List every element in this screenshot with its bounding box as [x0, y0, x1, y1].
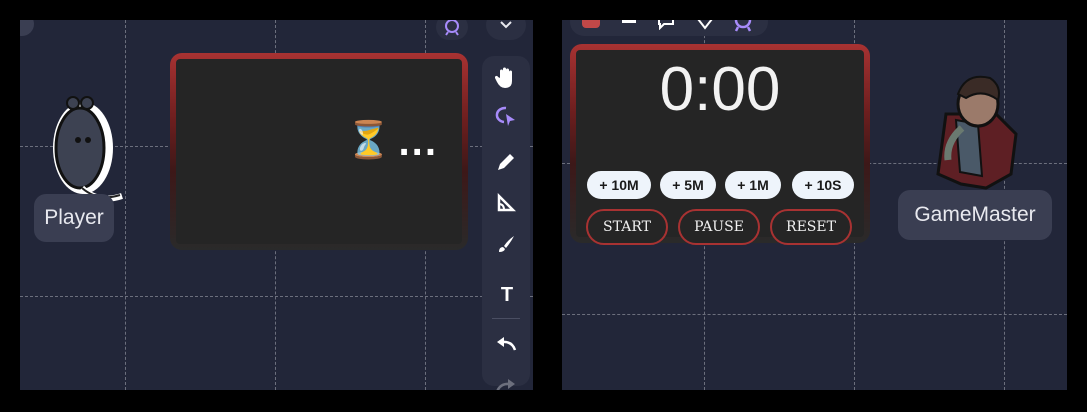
player-token[interactable] [38, 78, 128, 206]
toolbar-collapse-button[interactable] [486, 20, 526, 40]
hand-icon [495, 67, 512, 88]
increment-button[interactable]: + 10M [587, 171, 651, 199]
loading-ellipsis: ... [398, 125, 438, 163]
dice-icon[interactable] [696, 20, 714, 30]
select-tool-button[interactable] [490, 100, 522, 132]
redo-icon [496, 379, 515, 390]
text-icon: T [500, 283, 514, 306]
pen-icon [498, 154, 514, 170]
text-tool-button[interactable]: T [490, 278, 524, 312]
pending-timer-card[interactable]: ⏳ ... [170, 53, 468, 250]
shield-icon[interactable] [582, 20, 600, 28]
chat-icon[interactable] [656, 20, 676, 30]
gamemaster-token[interactable] [916, 64, 1026, 190]
drawing-toolbar: T [482, 56, 530, 390]
player-canvas[interactable]: Player ⏳ ... T [20, 20, 533, 390]
player-name-label: Player [44, 206, 104, 229]
gamemaster-name-tag: GameMaster [898, 190, 1052, 240]
undo-icon [497, 337, 517, 351]
measure-tool-button[interactable] [490, 187, 522, 219]
brush-icon [499, 236, 514, 252]
hourglass-icon: ⏳ [346, 120, 391, 161]
brush-tool-button[interactable] [490, 228, 522, 260]
corner-control[interactable] [20, 20, 34, 36]
hand-tool-button[interactable] [490, 62, 522, 94]
gamemaster-name-label: GameMaster [914, 203, 1036, 226]
tool-shortcut-icon[interactable] [436, 20, 468, 40]
top-toolbar [570, 20, 768, 36]
undo-button[interactable] [490, 328, 522, 360]
increment-button[interactable]: + 10S [792, 171, 854, 199]
timer-card: 0:00 + 10M + 5M + 1M + 10S START PAUSE RESET [570, 44, 870, 245]
reset-button[interactable]: RESET [770, 209, 852, 245]
redo-button[interactable] [490, 370, 522, 390]
toolbar-divider [492, 318, 520, 319]
timer-extension-icon[interactable] [732, 20, 754, 32]
pause-button[interactable]: PAUSE [678, 209, 760, 245]
increment-button[interactable]: + 5M [660, 171, 716, 199]
gamemaster-canvas[interactable]: 0:00 + 10M + 5M + 1M + 10S START PAUSE RESET G… [562, 20, 1067, 390]
increment-button[interactable]: + 1M [725, 171, 781, 199]
minus-icon[interactable] [622, 20, 636, 23]
measure-icon [497, 193, 516, 212]
player-name-tag: Player [34, 194, 114, 242]
timer-display: 0:00 [659, 55, 781, 124]
start-button[interactable]: START [586, 209, 668, 245]
chevron-down-icon [500, 21, 512, 29]
pen-tool-button[interactable] [490, 146, 522, 178]
select-lasso-icon [495, 106, 515, 126]
